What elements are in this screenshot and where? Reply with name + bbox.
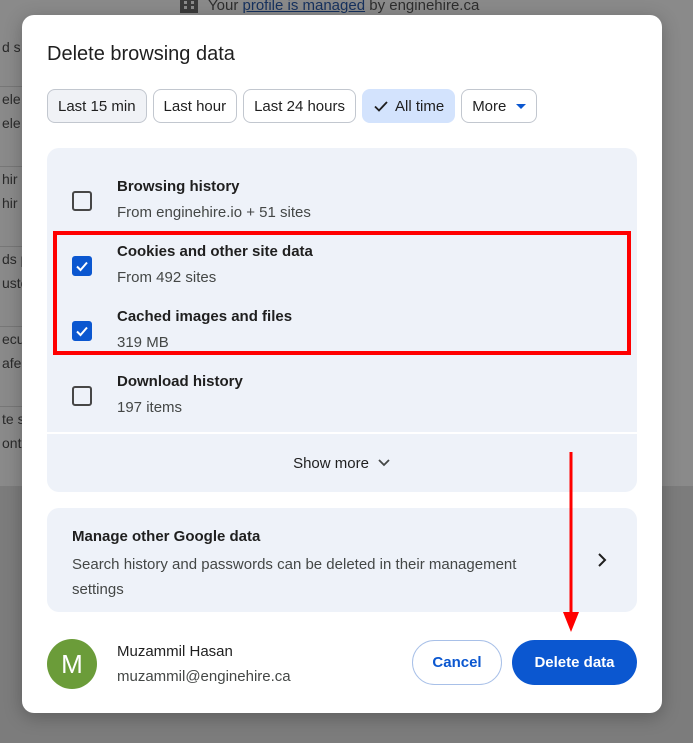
avatar: M (47, 639, 97, 689)
time-range-more-dropdown[interactable]: More (461, 89, 538, 123)
background-row: ds pusto (0, 246, 22, 326)
chevron-down-icon (378, 459, 390, 467)
cached-images-checkbox[interactable] (72, 321, 92, 341)
cookies-checkbox[interactable] (72, 256, 92, 276)
data-type-download-history[interactable]: Download history 197 items (47, 363, 637, 428)
managed-notice: Your profile is managed by enginehire.ca (180, 0, 479, 16)
chevron-right-icon (598, 553, 607, 567)
data-type-cached-images[interactable]: Cached images and files 319 MB (47, 298, 637, 363)
show-more-button[interactable]: Show more (47, 434, 637, 492)
checkmark-icon (76, 326, 88, 337)
background-row: ecuafe (0, 326, 22, 406)
delete-data-button[interactable]: Delete data (512, 640, 637, 685)
download-history-checkbox[interactable] (72, 386, 92, 406)
manage-google-data-row[interactable]: Manage other Google data Search history … (47, 508, 637, 612)
checkmark-icon (76, 261, 88, 272)
data-type-list: Browsing history From enginehire.io + 51… (47, 148, 637, 432)
time-range-selector: Last 15 min Last hour Last 24 hours All … (47, 89, 538, 123)
background-row: d s (2, 39, 21, 55)
time-range-last-24-hours[interactable]: Last 24 hours (243, 89, 356, 123)
managed-link[interactable]: profile is managed (242, 0, 365, 14)
background-row: te sont (0, 406, 22, 486)
account-email: muzammil@enginehire.ca (117, 668, 291, 685)
time-range-last-hour[interactable]: Last hour (152, 89, 238, 123)
time-range-all-time[interactable]: All time (362, 89, 456, 123)
delete-browsing-data-dialog: Delete browsing data Last 15 min Last ho… (22, 15, 662, 713)
check-icon (374, 101, 388, 112)
browsing-history-checkbox[interactable] (72, 191, 92, 211)
time-range-last-15-min[interactable]: Last 15 min (47, 89, 147, 123)
cancel-button[interactable]: Cancel (412, 640, 502, 685)
account-name: Muzammil Hasan (117, 643, 233, 660)
background-row: hir hir (0, 166, 22, 246)
data-type-cookies[interactable]: Cookies and other site data From 492 sit… (47, 233, 637, 298)
caret-down-icon (516, 103, 527, 109)
data-type-browsing-history[interactable]: Browsing history From enginehire.io + 51… (47, 168, 637, 233)
dialog-title: Delete browsing data (47, 43, 235, 65)
background-row: ele ele (0, 86, 22, 166)
building-icon (180, 0, 198, 13)
